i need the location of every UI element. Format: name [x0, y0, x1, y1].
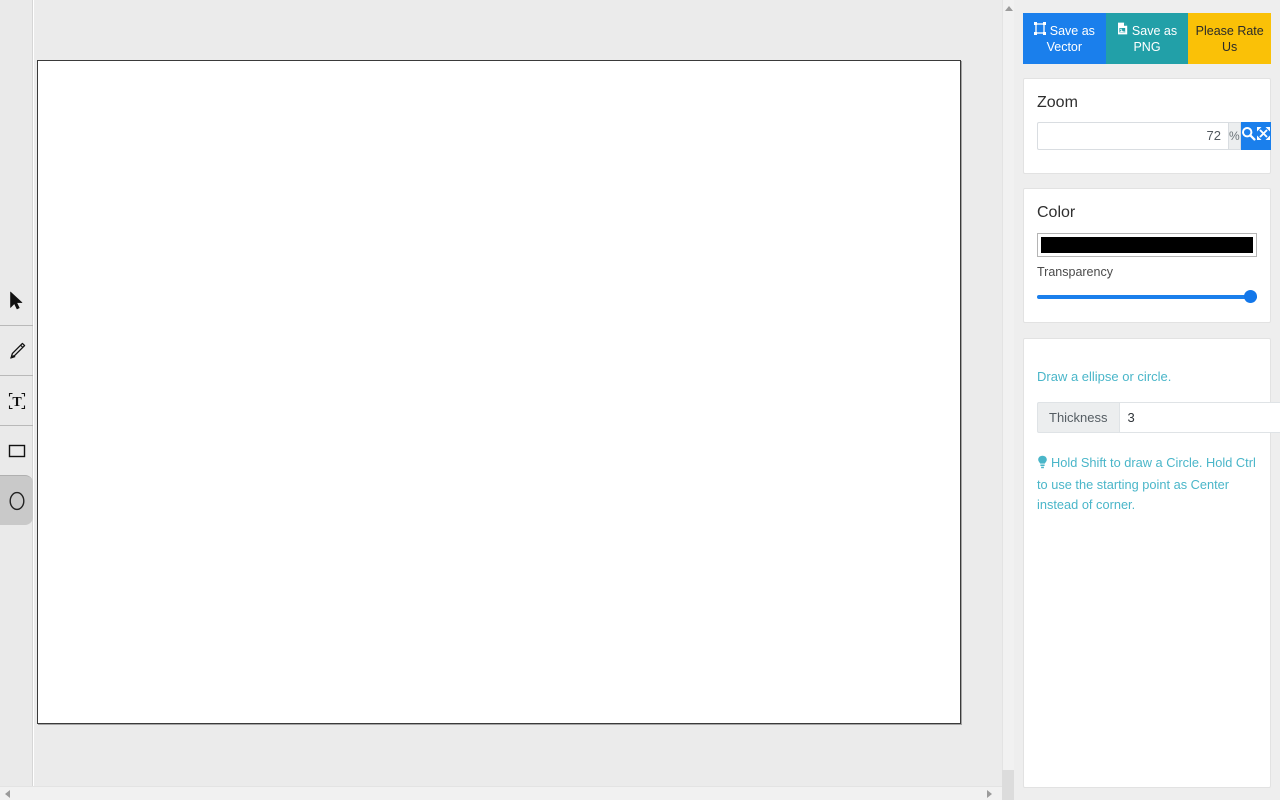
tool-options-card: Draw a ellipse or circle. Thickness Hold… — [1023, 338, 1280, 788]
right-side-panel: Save as Vector Save as PNG Please Rate U… — [1014, 0, 1280, 800]
drawing-canvas[interactable] — [37, 60, 961, 724]
save-as-vector-line1: Save as — [1049, 23, 1095, 38]
color-picker-swatch[interactable] — [1037, 233, 1257, 257]
rate-us-line2: Us — [1222, 39, 1238, 54]
pencil-icon — [7, 341, 27, 361]
action-button-bar: Save as Vector Save as PNG Please Rate U… — [1023, 13, 1272, 64]
fullscreen-expand-icon — [1256, 126, 1271, 146]
zoom-input[interactable] — [1037, 122, 1228, 150]
transparency-label: Transparency — [1037, 265, 1113, 279]
save-as-png-button[interactable]: Save as PNG — [1105, 13, 1189, 64]
zoom-fit-button[interactable] — [1255, 122, 1271, 150]
tool-hint-text: Hold Shift to draw a Circle. Hold Ctrl t… — [1037, 455, 1256, 512]
workspace-vertical-scrollbar[interactable] — [1002, 0, 1014, 786]
tool-description: Draw a ellipse or circle. — [1037, 369, 1172, 384]
zoom-percent-suffix: % — [1228, 122, 1241, 150]
tool-stack: T — [0, 275, 33, 525]
rectangle-icon — [7, 443, 27, 459]
tool-button-pencil[interactable] — [0, 325, 33, 375]
svg-text:T: T — [12, 395, 22, 410]
save-as-png-line2: PNG — [1133, 40, 1161, 54]
tool-button-select[interactable] — [0, 275, 33, 325]
text-icon: T — [7, 391, 27, 411]
left-toolbar: T — [0, 0, 33, 786]
save-as-vector-button[interactable]: Save as Vector — [1023, 13, 1106, 64]
scroll-up-arrow-icon[interactable] — [1003, 2, 1015, 14]
color-title: Color — [1037, 204, 1076, 221]
canvas-workspace[interactable] — [34, 0, 1002, 786]
tool-button-ellipse[interactable] — [0, 475, 33, 525]
zoom-search-button[interactable] — [1240, 122, 1256, 150]
transparency-slider-thumb[interactable] — [1244, 290, 1257, 303]
zoom-card: Zoom % — [1023, 78, 1271, 174]
save-as-vector-line2: Vector — [1046, 40, 1083, 54]
please-rate-us-button[interactable]: Please Rate Us — [1188, 13, 1272, 64]
lightbulb-icon — [1037, 455, 1048, 475]
save-as-png-line1: Save as — [1131, 23, 1178, 38]
thickness-label: Thickness — [1037, 402, 1119, 433]
transparency-slider-track — [1037, 295, 1257, 299]
thickness-input-group: Thickness — [1037, 402, 1280, 433]
ellipse-icon — [7, 490, 27, 512]
tool-button-rectangle[interactable] — [0, 425, 33, 475]
image-file-icon — [1117, 22, 1128, 39]
scrollbar-corner — [1002, 786, 1014, 800]
scrollbar-corner-upper — [1002, 770, 1014, 786]
magnifier-icon — [1241, 126, 1256, 146]
tool-button-text[interactable]: T — [0, 375, 33, 425]
color-card: Color Transparency — [1023, 188, 1271, 323]
scroll-left-arrow-icon[interactable] — [1, 787, 13, 800]
zoom-input-group: % — [1037, 122, 1271, 150]
transparency-slider[interactable] — [1037, 290, 1257, 304]
workspace-horizontal-scrollbar[interactable] — [0, 786, 1002, 800]
thickness-input[interactable] — [1118, 402, 1280, 433]
scroll-right-arrow-icon[interactable] — [983, 787, 995, 800]
zoom-title: Zoom — [1037, 94, 1078, 111]
app-root: T Save as Vector Save as PNG Please Rate… — [0, 0, 1280, 800]
cursor-arrow-icon — [9, 291, 25, 310]
rate-us-line1: Please Rate — [1195, 23, 1264, 38]
tool-hint: Hold Shift to draw a Circle. Hold Ctrl t… — [1037, 453, 1257, 515]
vector-file-icon — [1033, 22, 1046, 39]
